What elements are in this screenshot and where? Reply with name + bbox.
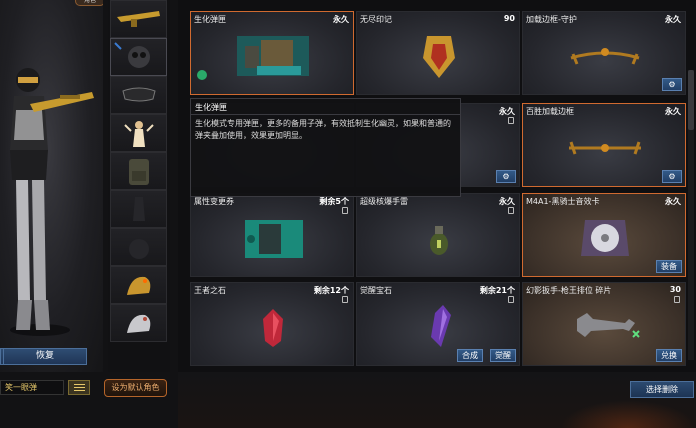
item-name: 觉醒宝石	[360, 286, 392, 295]
item-name: 幻影扳手-枪王排位 碎片	[526, 286, 612, 295]
lock-icon	[508, 296, 514, 303]
lock-icon	[508, 117, 514, 124]
equipment-column	[108, 0, 170, 372]
item-name: 无尽印记	[360, 15, 392, 24]
item-name: 王者之石	[194, 286, 226, 295]
select-delete-button[interactable]: 选择删除	[630, 381, 694, 398]
character-name-field[interactable]: 笑一眼弹	[0, 380, 64, 395]
gold-frame-icon	[570, 48, 640, 65]
item-duration: 剩余5个	[319, 197, 349, 206]
character-figure	[0, 0, 103, 340]
lock-icon	[342, 296, 348, 303]
silver-dragon-icon	[127, 314, 151, 333]
equipment-slot[interactable]	[110, 190, 167, 228]
exchange-button[interactable]: 兑换	[656, 349, 682, 362]
red-gem-icon	[263, 309, 283, 347]
equipment-slot[interactable]	[110, 228, 167, 266]
item-name: 生化弹匣	[194, 15, 226, 24]
sound-card-icon	[581, 220, 629, 256]
equipment-slot[interactable]	[110, 0, 167, 38]
equipment-slot[interactable]	[110, 266, 167, 304]
item-duration: 剩余12个	[313, 286, 349, 295]
item-card[interactable]: 加载边框-守护 永久 ⚙	[522, 11, 686, 95]
item-duration: 剩余21个	[479, 286, 515, 295]
item-card[interactable]: 王者之石 剩余12个	[190, 282, 354, 366]
item-duration: 永久	[333, 15, 349, 24]
backpack-icon	[129, 159, 149, 185]
ammo-crate-icon	[237, 36, 309, 76]
tooltip-divider	[191, 114, 460, 115]
gold-frame-icon	[569, 141, 641, 155]
tooltip-description: 生化模式专用弹匣，更多的备用子弹，有效抵制生化幽灵，如果和普通的弹夹叠加使用，效…	[195, 119, 451, 140]
ember-decoration	[560, 400, 696, 428]
equipment-slot[interactable]	[110, 76, 167, 114]
menu-icon[interactable]	[68, 380, 90, 395]
equipment-slot[interactable]	[110, 304, 167, 342]
item-card[interactable]: 无尽印记 90	[356, 11, 520, 95]
tooltip-title: 生化弹匣	[195, 103, 227, 112]
item-duration: 30	[669, 285, 681, 294]
item-card[interactable]: 觉醒宝石 剩余21个 合成 觉醒	[356, 282, 520, 366]
ticket-icon	[245, 220, 303, 258]
item-name: M4A1-黑骑士音效卡	[526, 197, 600, 206]
lock-icon	[508, 207, 514, 214]
grenade-icon	[430, 226, 448, 255]
item-card[interactable]: 属性变更券 剩余5个	[190, 193, 354, 277]
item-status-icon	[197, 70, 207, 80]
item-card[interactable]: 百胜加载边框 永久 ⚙	[522, 103, 686, 187]
wrench-icon	[577, 313, 640, 338]
purple-gem-icon	[431, 305, 451, 347]
compose-button[interactable]: 合成	[457, 349, 483, 362]
item-name: 超级核爆手雷	[360, 197, 408, 206]
rifle-icon	[117, 11, 160, 27]
skull-mask-icon	[114, 42, 150, 68]
equipment-slot[interactable]	[110, 114, 167, 152]
restore-button[interactable]: 恢复	[3, 348, 87, 365]
gear-icon: ⚙	[668, 80, 676, 89]
item-card[interactable]: 幻影扳手-枪王排位 碎片 30 兑换	[522, 282, 686, 366]
gear-icon: ⚙	[668, 172, 676, 181]
role-tag: 角色	[75, 0, 103, 6]
angel-figure-icon	[124, 121, 154, 147]
gold-badge-icon	[423, 36, 455, 78]
gear-icon: ⚙	[502, 172, 510, 181]
awaken-button[interactable]: 觉醒	[490, 349, 516, 362]
equipment-slot[interactable]	[110, 38, 167, 76]
equip-button[interactable]: 装备	[656, 260, 682, 273]
settings-button[interactable]: ⚙	[496, 170, 516, 183]
grid-scrollbar[interactable]	[688, 70, 694, 360]
settings-button[interactable]: ⚙	[662, 78, 682, 91]
scrollbar-thumb[interactable]	[688, 70, 694, 130]
set-default-character-button[interactable]: 设为默认角色	[104, 379, 167, 397]
item-name: 百胜加载边框	[526, 107, 574, 116]
item-card[interactable]: 超级核爆手雷 永久	[356, 193, 520, 277]
grenade-slot-empty-icon	[133, 197, 145, 221]
item-card[interactable]: 生化弹匣 永久	[190, 11, 354, 95]
item-name: 加载边框-守护	[526, 15, 577, 24]
gold-dragon-icon	[127, 276, 151, 295]
character-preview[interactable]: 角色	[0, 0, 103, 372]
item-duration: 永久	[499, 107, 515, 116]
item-duration: 永久	[665, 107, 681, 116]
grenade-slot-empty-icon	[129, 239, 149, 259]
item-name: 属性变更券	[194, 197, 234, 206]
equipment-slot[interactable]	[110, 152, 167, 190]
item-duration: 永久	[665, 15, 681, 24]
goggles-icon	[122, 87, 156, 102]
item-card[interactable]: M4A1-黑骑士音效卡 永久 装备	[522, 193, 686, 277]
lock-icon	[342, 207, 348, 214]
item-duration: 永久	[499, 197, 515, 206]
item-tooltip: 生化弹匣 生化模式专用弹匣，更多的备用子弹，有效抵制生化幽灵，如果和普通的弹夹叠…	[190, 98, 461, 197]
item-duration: 90	[503, 14, 515, 23]
settings-button[interactable]: ⚙	[662, 170, 682, 183]
item-duration: 永久	[665, 197, 681, 206]
lock-icon	[674, 296, 680, 303]
